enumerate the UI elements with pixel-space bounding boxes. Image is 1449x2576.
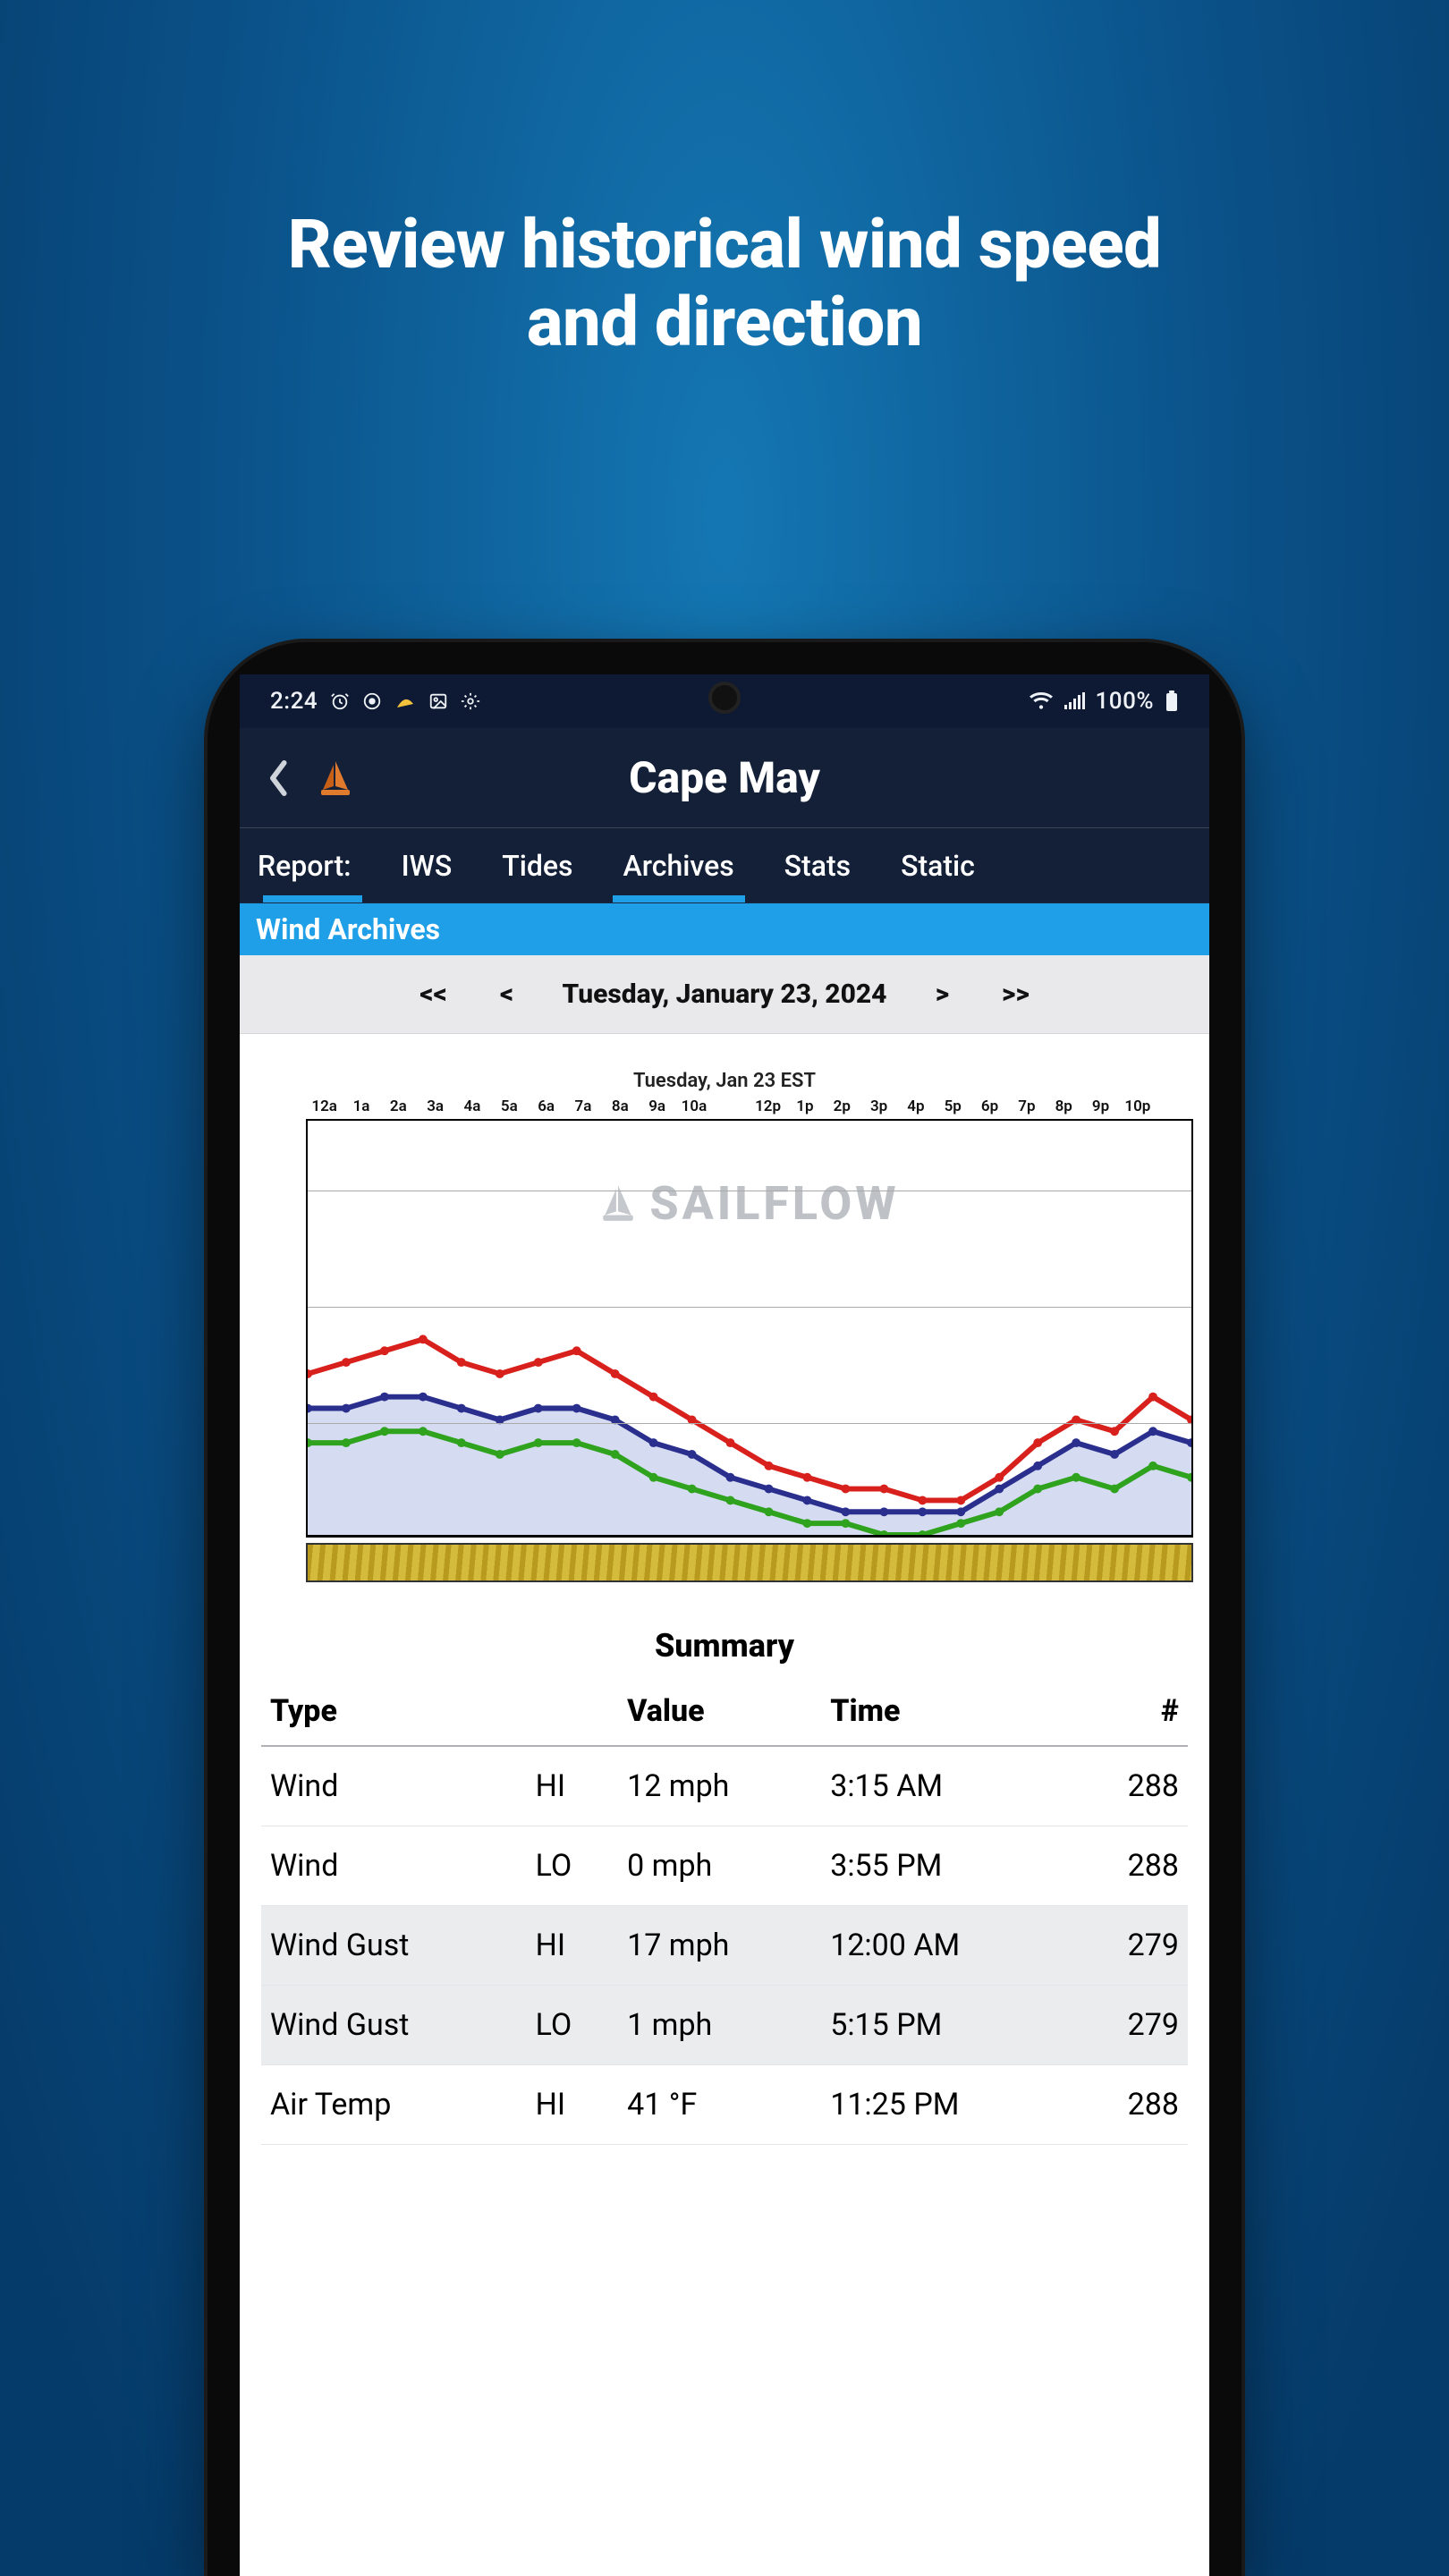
battery-icon (1165, 691, 1179, 712)
col-time: Time (821, 1681, 1071, 1746)
col-count: # (1071, 1681, 1188, 1746)
tab-report-label: Report: (249, 828, 377, 902)
date-first-button[interactable]: << (416, 979, 452, 1010)
alarm-icon (330, 691, 350, 711)
sync-icon (362, 691, 382, 711)
chart-lines (308, 1121, 1191, 1535)
col-type: Type (261, 1681, 527, 1746)
wind-direction-band (306, 1543, 1193, 1582)
image-icon (428, 691, 448, 711)
table-row: Wind GustHI17 mph12:00 AM279 (261, 1906, 1188, 1986)
tab-tides[interactable]: Tides (477, 828, 597, 902)
date-next-button[interactable]: > (924, 979, 960, 1010)
tab-archives[interactable]: Archives (598, 828, 759, 902)
camera-notch (708, 682, 741, 714)
page-title: Cape May (240, 752, 1209, 803)
date-current: Tuesday, January 23, 2024 (563, 979, 887, 1010)
weather-icon (394, 691, 416, 711)
back-button[interactable] (252, 751, 306, 805)
summary-heading: Summary (240, 1627, 1209, 1665)
wind-chart: Tuesday, Jan 23 EST 12a1a2a3a4a5a6a7a8a9… (240, 1034, 1209, 1597)
wifi-icon (1030, 691, 1053, 711)
col-hilo (527, 1681, 619, 1746)
summary-header-row: Type Value Time # (261, 1681, 1188, 1746)
chart-x-ticks: 12a1a2a3a4a5a6a7a8a9a10a12p1p2p3p4p5p6p7… (256, 1097, 1193, 1115)
tab-iws[interactable]: IWS (377, 828, 478, 902)
phone-frame: 2:24 (208, 642, 1241, 2576)
date-prev-button[interactable]: < (489, 979, 525, 1010)
tab-bar: Report: IWS Tides Archives Stats Static (240, 828, 1209, 903)
status-time: 2:24 (270, 688, 318, 715)
signal-icon (1063, 692, 1085, 710)
section-title: Wind Archives (240, 903, 1209, 955)
date-last-button[interactable]: >> (997, 979, 1033, 1010)
table-row: Air TempHI41 °F11:25 PM288 (261, 2065, 1188, 2145)
battery-percent: 100% (1096, 688, 1154, 715)
promo-line2: and direction (527, 282, 922, 362)
chart-title: Tuesday, Jan 23 EST (256, 1070, 1193, 1092)
promo-line1: Review historical wind speed (288, 204, 1162, 284)
settings-icon (461, 691, 480, 711)
app-logo-icon (315, 758, 356, 799)
table-row: WindHI12 mph3:15 AM288 (261, 1746, 1188, 1826)
table-row: WindLO0 mph3:55 PM288 (261, 1826, 1188, 1906)
app-header: Cape May (240, 728, 1209, 828)
chart-plot-area: MPH SAILFLOW 0102030 (306, 1119, 1193, 1538)
phone-screen: 2:24 (240, 674, 1209, 2576)
summary-table: Type Value Time # WindHI12 mph3:15 AM288… (261, 1681, 1188, 2145)
col-value: Value (618, 1681, 821, 1746)
tab-stats[interactable]: Stats (759, 828, 876, 902)
tab-station[interactable]: Static (876, 828, 1000, 902)
date-navigator: << < Tuesday, January 23, 2024 > >> (240, 955, 1209, 1034)
table-row: Wind GustLO1 mph5:15 PM279 (261, 1986, 1188, 2065)
promo-headline: Review historical wind speed and directi… (0, 206, 1449, 362)
